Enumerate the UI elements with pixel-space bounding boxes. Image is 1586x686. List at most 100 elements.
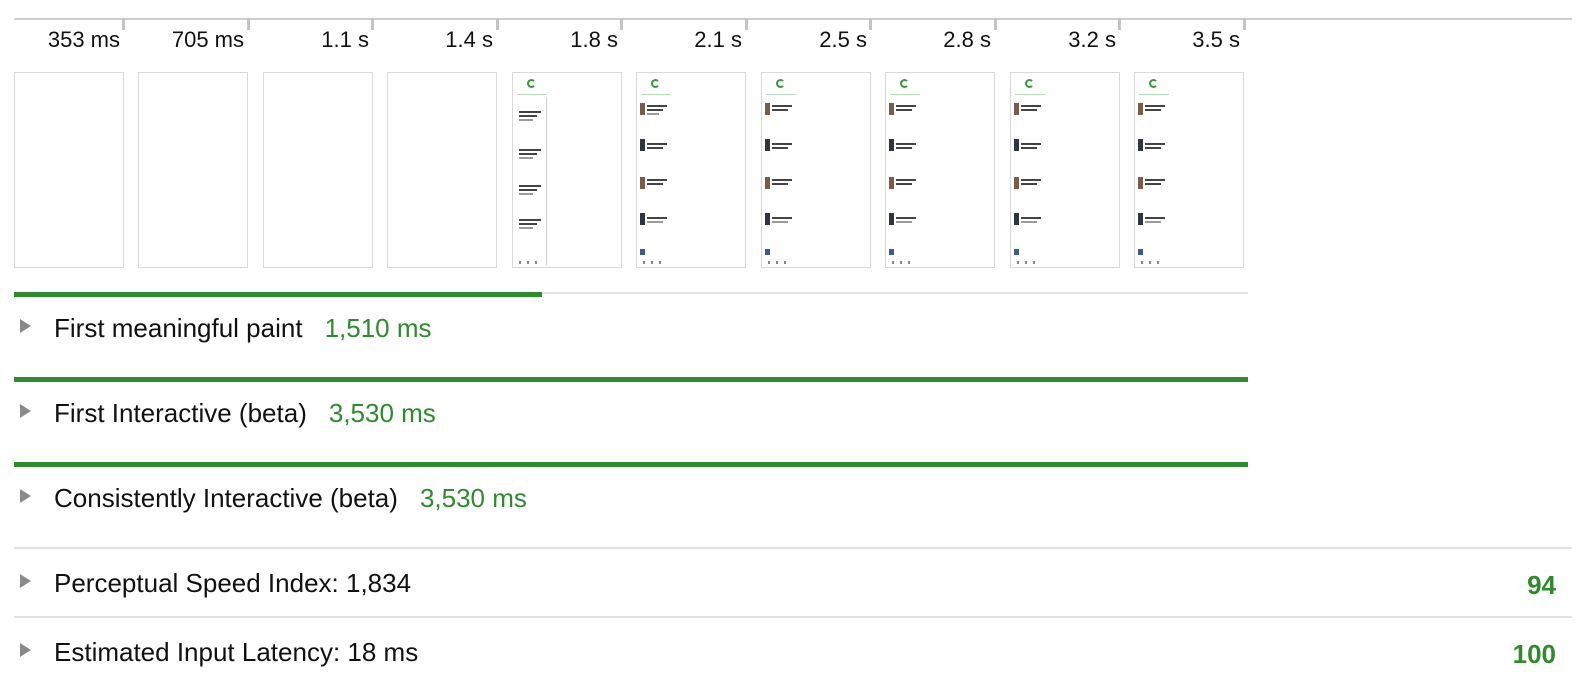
thumb-image: [765, 139, 770, 151]
site-logo-icon: [1149, 79, 1158, 88]
thumb-text: [772, 179, 792, 181]
section-divider: [14, 547, 1572, 549]
thumb-text: [896, 147, 912, 149]
expand-caret-icon[interactable]: [20, 574, 31, 588]
page-thumbnail: [637, 73, 673, 267]
thumb-text: [896, 221, 912, 223]
tick-label-6: 2.1 s: [694, 27, 742, 52]
metric-score: 100: [1512, 639, 1556, 669]
thumb-text: [647, 109, 663, 111]
thumb-text: [519, 189, 537, 191]
thumb-footer-mark: [1017, 261, 1019, 264]
expand-caret-icon[interactable]: [20, 489, 31, 503]
page-thumbnail: [1011, 73, 1047, 267]
site-logo-icon: [776, 79, 785, 88]
thumb-text: [772, 147, 788, 149]
thumb-footer-mark: [519, 261, 521, 264]
thumb-text: [1021, 221, 1037, 223]
tick-label-2: 705 ms: [171, 27, 244, 52]
thumb-footer-mark: [527, 261, 529, 264]
thumb-text: [772, 217, 792, 219]
thumb-text: [519, 153, 537, 155]
metric-first-meaningful-paint[interactable]: First meaningful paint 1,510 ms: [14, 311, 1572, 351]
thumb-text: [519, 227, 533, 229]
thumb-text: [1145, 183, 1161, 185]
thumb-image: [889, 213, 894, 225]
timeline-tick: [122, 18, 125, 30]
tick-label-1: 353 ms: [47, 27, 120, 52]
thumb-text: [1145, 109, 1161, 111]
filmstrip-frame: [636, 72, 746, 268]
timeline-tick: [620, 18, 623, 30]
metric-value: 3,530 ms: [328, 398, 436, 428]
thumb-text: [896, 109, 912, 111]
metric-value: 1,510 ms: [324, 313, 432, 343]
thumb-footer-mark: [1025, 261, 1027, 264]
thumb-footer-mark: [892, 261, 894, 264]
expand-caret-icon[interactable]: [20, 404, 31, 418]
thumb-footer-mark: [659, 261, 661, 264]
thumb-text: [1145, 221, 1161, 223]
filmstrip-frame: [14, 72, 124, 268]
thumb-text: [647, 113, 659, 115]
page-thumbnail: [1135, 73, 1171, 267]
thumb-text: [519, 223, 537, 225]
filmstrip-frame: [387, 72, 497, 268]
thumb-image: [1014, 139, 1019, 151]
metric-consistently-interactive[interactable]: Consistently Interactive (beta) 3,530 ms: [14, 481, 1572, 521]
metric-heading: Consistently Interactive (beta) 3,530 ms: [54, 481, 527, 515]
page-thumbnail: [513, 73, 549, 267]
tick-label-3: 1.1 s: [321, 27, 369, 52]
site-logo-icon: [527, 79, 536, 88]
site-logo-icon: [900, 79, 909, 88]
timeline-tick: [1118, 18, 1121, 30]
thumb-image: [1138, 249, 1143, 255]
thumb-text: [519, 193, 533, 195]
thumb-text: [1021, 183, 1037, 185]
metric-perceptual-speed-index[interactable]: Perceptual Speed Index: 1,834 94: [14, 566, 1572, 606]
thumb-text: [519, 185, 541, 187]
thumb-text: [896, 179, 916, 181]
page-thumbnail: [886, 73, 922, 267]
metric-label: Estimated Input Latency: 18 ms: [54, 637, 419, 667]
thumb-text: [1145, 179, 1165, 181]
tick-label-8: 2.8 s: [943, 27, 991, 52]
timeline-tick: [371, 18, 374, 30]
thumb-text: [519, 157, 533, 159]
thumb-text: [772, 221, 788, 223]
thumb-image: [1138, 213, 1143, 225]
thumb-nav-line: [890, 94, 920, 95]
expand-caret-icon[interactable]: [20, 319, 31, 333]
timeline-tick: [1243, 18, 1246, 30]
first-meaningful-paint-bar: [14, 292, 542, 297]
expand-caret-icon[interactable]: [20, 643, 31, 657]
filmstrip-timeline: 353 ms 705 ms 1.1 s 1.4 s 1.8 s 2.1 s 2.…: [14, 18, 1248, 270]
thumb-text: [772, 183, 788, 185]
thumb-text: [519, 219, 541, 221]
metric-label: First meaningful paint: [54, 313, 303, 343]
thumb-image: [765, 177, 770, 189]
tick-label-7: 2.5 s: [819, 27, 867, 52]
tick-label-4: 1.4 s: [445, 27, 493, 52]
thumb-text: [519, 119, 533, 121]
thumb-text: [519, 149, 541, 151]
metric-heading: First meaningful paint 1,510 ms: [54, 311, 432, 345]
metric-label: Consistently Interactive (beta): [54, 483, 398, 513]
metric-estimated-input-latency[interactable]: Estimated Input Latency: 18 ms 100: [14, 635, 1572, 675]
thumb-text: [647, 183, 663, 185]
thumb-image: [889, 139, 894, 151]
thumb-text: [772, 105, 792, 107]
thumb-nav-line: [766, 94, 796, 95]
metric-value: 3,530 ms: [419, 483, 527, 513]
tick-label-9: 3.2 s: [1068, 27, 1116, 52]
thumb-text: [1145, 147, 1161, 149]
thumb-text: [647, 221, 663, 223]
filmstrip-frame: [138, 72, 248, 268]
thumb-text: [1021, 217, 1041, 219]
thumb-footer-mark: [784, 261, 786, 264]
site-logo-icon: [1025, 79, 1034, 88]
metric-first-interactive[interactable]: First Interactive (beta) 3,530 ms: [14, 396, 1572, 436]
first-interactive-bar: [14, 377, 1248, 382]
thumb-text: [647, 147, 663, 149]
timeline-tick: [247, 18, 250, 30]
